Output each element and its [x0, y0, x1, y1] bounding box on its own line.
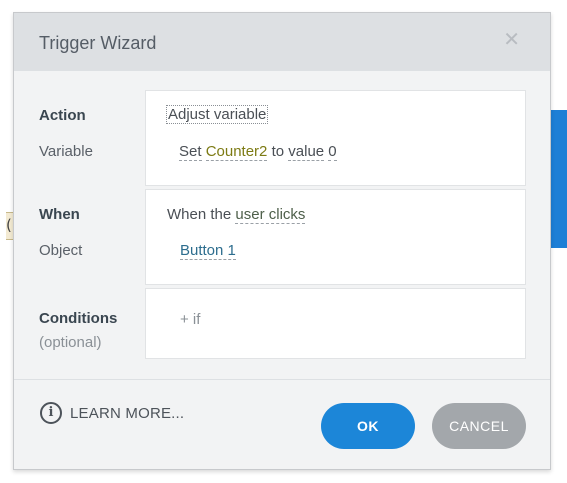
- variable-label: Variable: [39, 143, 93, 160]
- set-token[interactable]: Set: [179, 143, 202, 161]
- info-icon: i: [40, 402, 62, 424]
- value-token[interactable]: 0: [328, 143, 337, 161]
- conditions-label: Conditions: [39, 310, 118, 327]
- ok-button[interactable]: OK: [321, 403, 415, 449]
- close-icon[interactable]: ✕: [503, 30, 520, 50]
- variable-statement: Set Counter2 to value 0: [179, 143, 337, 161]
- trigger-wizard-dialog: Trigger Wizard ✕ Action Variable Adjust …: [13, 12, 551, 470]
- when-label: When: [39, 206, 80, 223]
- object-token[interactable]: Button 1: [180, 242, 236, 260]
- variable-name-token[interactable]: Counter2: [205, 143, 268, 161]
- dialog-header: Trigger Wizard ✕: [14, 13, 550, 71]
- when-prefix: When the: [167, 206, 232, 223]
- footer-divider: [14, 379, 550, 380]
- dialog-title: Trigger Wizard: [39, 33, 157, 53]
- background-fragment-text: (: [6, 216, 12, 234]
- action-label: Action: [39, 107, 86, 124]
- when-panel: When the user clicks Button 1: [145, 189, 526, 285]
- add-condition-button[interactable]: + if: [180, 311, 200, 328]
- action-panel: Adjust variable Set Counter2 to value 0: [145, 90, 526, 186]
- conditions-panel: + if: [145, 288, 526, 359]
- cancel-button[interactable]: CANCEL: [432, 403, 526, 449]
- value-word-token[interactable]: value: [288, 143, 325, 161]
- action-select[interactable]: Adjust variable: [166, 105, 269, 124]
- when-statement: When the user clicks: [167, 206, 306, 224]
- event-token[interactable]: user clicks: [235, 206, 306, 224]
- to-word: to: [271, 143, 285, 160]
- learn-more-link[interactable]: LEARN MORE...: [70, 405, 184, 422]
- conditions-optional-label: (optional): [39, 334, 102, 351]
- object-label: Object: [39, 242, 83, 259]
